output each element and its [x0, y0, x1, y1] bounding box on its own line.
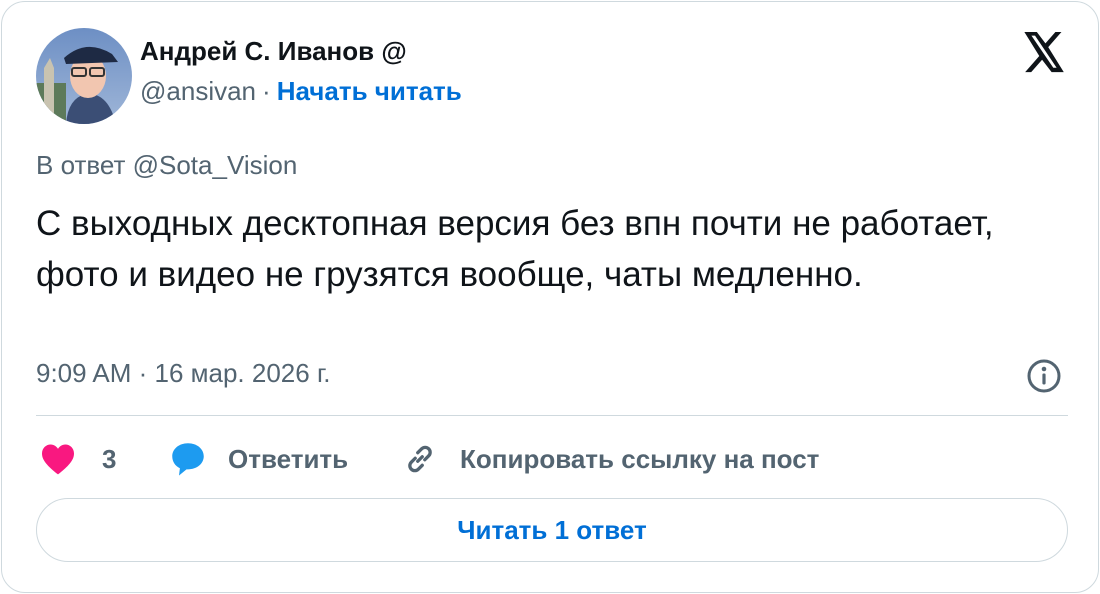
action-bar: 3 Ответить Копировать ссылку на пост: [36, 438, 1068, 480]
author-handle[interactable]: @ansivan: [140, 76, 256, 106]
like-button[interactable]: 3: [40, 438, 116, 480]
reply-label: Ответить: [228, 443, 349, 474]
read-replies-label: Читать 1 ответ: [457, 514, 647, 545]
timestamp[interactable]: 9:09 AM · 16 мар. 2026 г.: [36, 358, 330, 389]
tweet-card: Андрей С. Иванов @ @ansivan · Начать читат…: [1, 1, 1099, 593]
speech-bubble-icon: [172, 443, 204, 476]
reply-to-label: В ответ @Sota_Vision: [36, 150, 298, 180]
avatar[interactable]: [36, 28, 132, 124]
separator: ·: [262, 76, 271, 106]
follow-link[interactable]: Начать читать: [277, 76, 462, 106]
handle-row: @ansivan · Начать читать: [140, 76, 462, 107]
read-replies-button[interactable]: Читать 1 ответ: [36, 498, 1068, 562]
divider: [36, 415, 1068, 416]
x-logo-icon[interactable]: [1022, 32, 1066, 74]
like-count: 3: [102, 443, 117, 474]
copy-link-button[interactable]: Копировать ссылку на пост: [402, 438, 819, 480]
reply-button[interactable]: Ответить: [170, 438, 348, 480]
author-name[interactable]: Андрей С. Иванов @: [140, 36, 407, 67]
heart-icon: [42, 444, 74, 475]
copy-link-label: Копировать ссылку на пост: [460, 443, 820, 474]
info-icon[interactable]: [1026, 358, 1062, 394]
link-icon: [408, 445, 432, 473]
tweet-text: С выходных десктопная версия без впн поч…: [36, 204, 994, 294]
